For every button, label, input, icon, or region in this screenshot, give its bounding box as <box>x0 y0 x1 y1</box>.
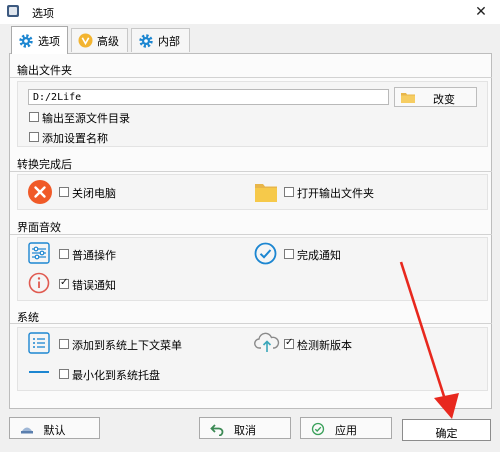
ok-button[interactable]: 确定 <box>402 419 491 441</box>
output-to-source-checkbox[interactable] <box>29 112 39 122</box>
cancel-button[interactable]: 取消 <box>199 417 291 439</box>
list-icon <box>28 332 50 354</box>
minimize-tray-label: 最小化到系统托盘 <box>72 369 160 382</box>
shutdown-checkbox[interactable] <box>59 187 69 197</box>
minimize-icon <box>29 371 49 373</box>
add-setting-name-checkbox[interactable] <box>29 132 39 142</box>
open-folder-checkbox[interactable] <box>284 187 294 197</box>
change-folder-button[interactable]: 改变 <box>394 87 477 107</box>
context-menu-label: 添加到系统上下文菜单 <box>72 339 182 352</box>
check-circle-icon <box>254 242 277 265</box>
info-icon <box>28 272 50 294</box>
gear-icon <box>19 33 33 48</box>
tab-label: 高级 <box>97 34 119 48</box>
tab-advanced[interactable]: 高级 <box>71 28 128 52</box>
error-notice-label: 错误通知 <box>72 279 116 292</box>
close-icon: ✕ <box>475 4 487 20</box>
section-title-output-folder: 输出文件夹 <box>17 64 72 77</box>
cancel-button-label: 取消 <box>234 424 256 437</box>
done-notice-label: 完成通知 <box>297 249 341 262</box>
tab-label: 选项 <box>38 34 60 48</box>
cloud-upload-icon <box>254 332 280 352</box>
output-path-input[interactable] <box>28 89 389 105</box>
minimize-tray-checkbox[interactable] <box>59 369 69 379</box>
apply-button[interactable]: 应用 <box>300 417 392 439</box>
error-notice-checkbox[interactable] <box>59 277 69 289</box>
gear-icon <box>139 33 153 48</box>
folder-icon <box>401 93 415 103</box>
folder-icon <box>255 184 277 202</box>
shutdown-label: 关闭电脑 <box>72 187 116 200</box>
divider <box>10 323 492 324</box>
normal-operation-label: 普通操作 <box>72 249 116 262</box>
divider <box>10 77 492 78</box>
change-folder-label: 改变 <box>433 93 455 106</box>
check-update-checkbox[interactable] <box>284 337 294 349</box>
divider <box>10 234 492 235</box>
done-notice-checkbox[interactable] <box>284 249 294 259</box>
tab-internal[interactable]: 内部 <box>131 28 190 52</box>
ok-button-label: 确定 <box>435 427 458 440</box>
section-title-after-convert: 转换完成后 <box>17 158 72 171</box>
normal-operation-checkbox[interactable] <box>59 249 69 259</box>
divider <box>10 171 492 172</box>
shutdown-icon <box>28 180 52 204</box>
add-setting-name-label: 添加设置名称 <box>42 132 108 145</box>
section-title-sound: 界面音效 <box>17 221 61 234</box>
apply-button-label: 应用 <box>335 424 357 437</box>
default-button-label: 默认 <box>43 424 66 437</box>
sliders-icon <box>28 242 50 264</box>
tab-options[interactable]: 选项 <box>11 26 68 54</box>
v-badge-icon <box>78 33 93 48</box>
title-bar: 选项 ✕ <box>0 0 500 24</box>
close-button[interactable]: ✕ <box>466 2 496 22</box>
open-folder-label: 打开输出文件夹 <box>297 187 374 200</box>
app-icon <box>7 5 19 17</box>
check-update-label: 检测新版本 <box>297 339 352 352</box>
window-title: 选项 <box>32 7 54 20</box>
tab-label: 内部 <box>158 34 180 48</box>
default-button[interactable]: 默认 <box>9 417 100 439</box>
context-menu-checkbox[interactable] <box>59 339 69 349</box>
output-to-source-label: 输出至源文件目录 <box>42 112 130 125</box>
